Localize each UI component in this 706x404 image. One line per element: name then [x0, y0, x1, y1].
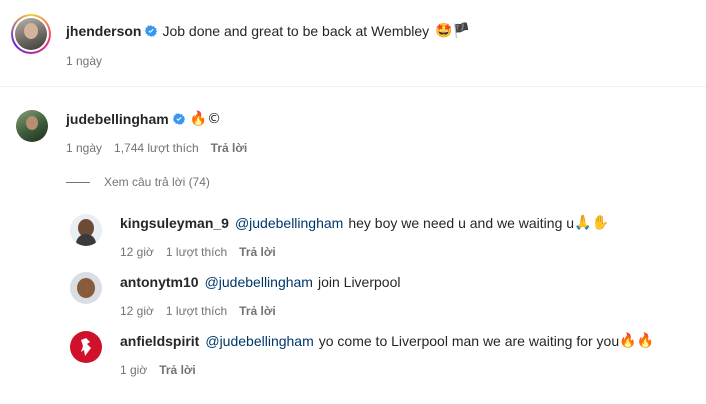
- reply-3-username[interactable]: anfieldspirit: [120, 333, 199, 349]
- post-time[interactable]: 1 ngày: [66, 54, 102, 68]
- comment-meta: 1 ngày 1,744 lượt thích Trả lời: [66, 141, 247, 155]
- reply-2-meta: 12 giờ 1 lượt thích Trả lời: [120, 304, 276, 318]
- reply-1: kingsuleyman_9 @judebellingham hey boy w…: [120, 215, 609, 231]
- view-replies-button[interactable]: Xem câu trả lời (74): [66, 175, 210, 189]
- post-author-avatar[interactable]: [11, 14, 51, 54]
- reply-3: anfieldspirit @judebellingham yo come to…: [120, 333, 654, 349]
- post-author-username[interactable]: jhenderson: [66, 23, 141, 39]
- divider: [0, 86, 706, 87]
- reply-3-mention[interactable]: @judebellingham: [205, 333, 313, 349]
- reply-1-mention[interactable]: @judebellingham: [235, 215, 343, 231]
- reply-3-meta: 1 giờ Trả lời: [120, 363, 196, 377]
- reply-2-likes[interactable]: 1 lượt thích: [166, 304, 227, 318]
- liverbird-logo-icon: [81, 338, 91, 356]
- reply-2: antonytm10 @judebellingham join Liverpoo…: [120, 274, 400, 290]
- reply-2-mention[interactable]: @judebellingham: [205, 274, 313, 290]
- reply-3-avatar[interactable]: [70, 331, 102, 363]
- reply-3-time[interactable]: 1 giờ: [120, 363, 147, 377]
- reply-2-avatar[interactable]: [70, 272, 102, 304]
- verified-badge-icon: [145, 25, 158, 37]
- comment: judebellingham 🔥©: [66, 111, 221, 127]
- post-caption: jhenderson Job done and great to be back…: [66, 23, 470, 39]
- reply-1-emojis: 🙏✋: [574, 215, 609, 231]
- reply-2-username[interactable]: antonytm10: [120, 274, 199, 290]
- view-replies-line: [66, 181, 90, 183]
- reply-3-text: yo come to Liverpool man we are waiting …: [318, 333, 620, 349]
- post-meta: 1 ngày: [66, 54, 102, 68]
- reply-1-time[interactable]: 12 giờ: [120, 245, 154, 259]
- post-caption-text: Job done and great to be back at Wembley: [162, 23, 430, 39]
- comment-reply-button[interactable]: Trả lời: [211, 141, 248, 155]
- comment-time[interactable]: 1 ngày: [66, 141, 102, 155]
- view-replies-label: Xem câu trả lời (74): [104, 175, 210, 189]
- reply-3-reply-button[interactable]: Trả lời: [159, 363, 196, 377]
- reply-1-username[interactable]: kingsuleyman_9: [120, 215, 229, 231]
- reply-2-time[interactable]: 12 giờ: [120, 304, 154, 318]
- reply-3-emojis: 🔥🔥: [619, 333, 654, 349]
- reply-1-meta: 12 giờ 1 lượt thích Trả lời: [120, 245, 276, 259]
- comment-likes[interactable]: 1,744 lượt thích: [114, 141, 199, 155]
- post-caption-emojis: 🤩🏴: [435, 23, 471, 39]
- verified-badge-icon: [172, 113, 185, 125]
- comment-author-username[interactable]: judebellingham: [66, 111, 169, 127]
- reply-1-reply-button[interactable]: Trả lời: [239, 245, 276, 259]
- comment-text: 🔥©: [189, 111, 222, 127]
- comment-author-avatar[interactable]: [16, 110, 48, 142]
- reply-2-reply-button[interactable]: Trả lời: [239, 304, 276, 318]
- reply-1-likes[interactable]: 1 lượt thích: [166, 245, 227, 259]
- reply-1-avatar[interactable]: [70, 214, 102, 246]
- reply-1-text: hey boy we need u and we waiting u: [348, 215, 575, 231]
- reply-2-text: join Liverpool: [317, 274, 401, 290]
